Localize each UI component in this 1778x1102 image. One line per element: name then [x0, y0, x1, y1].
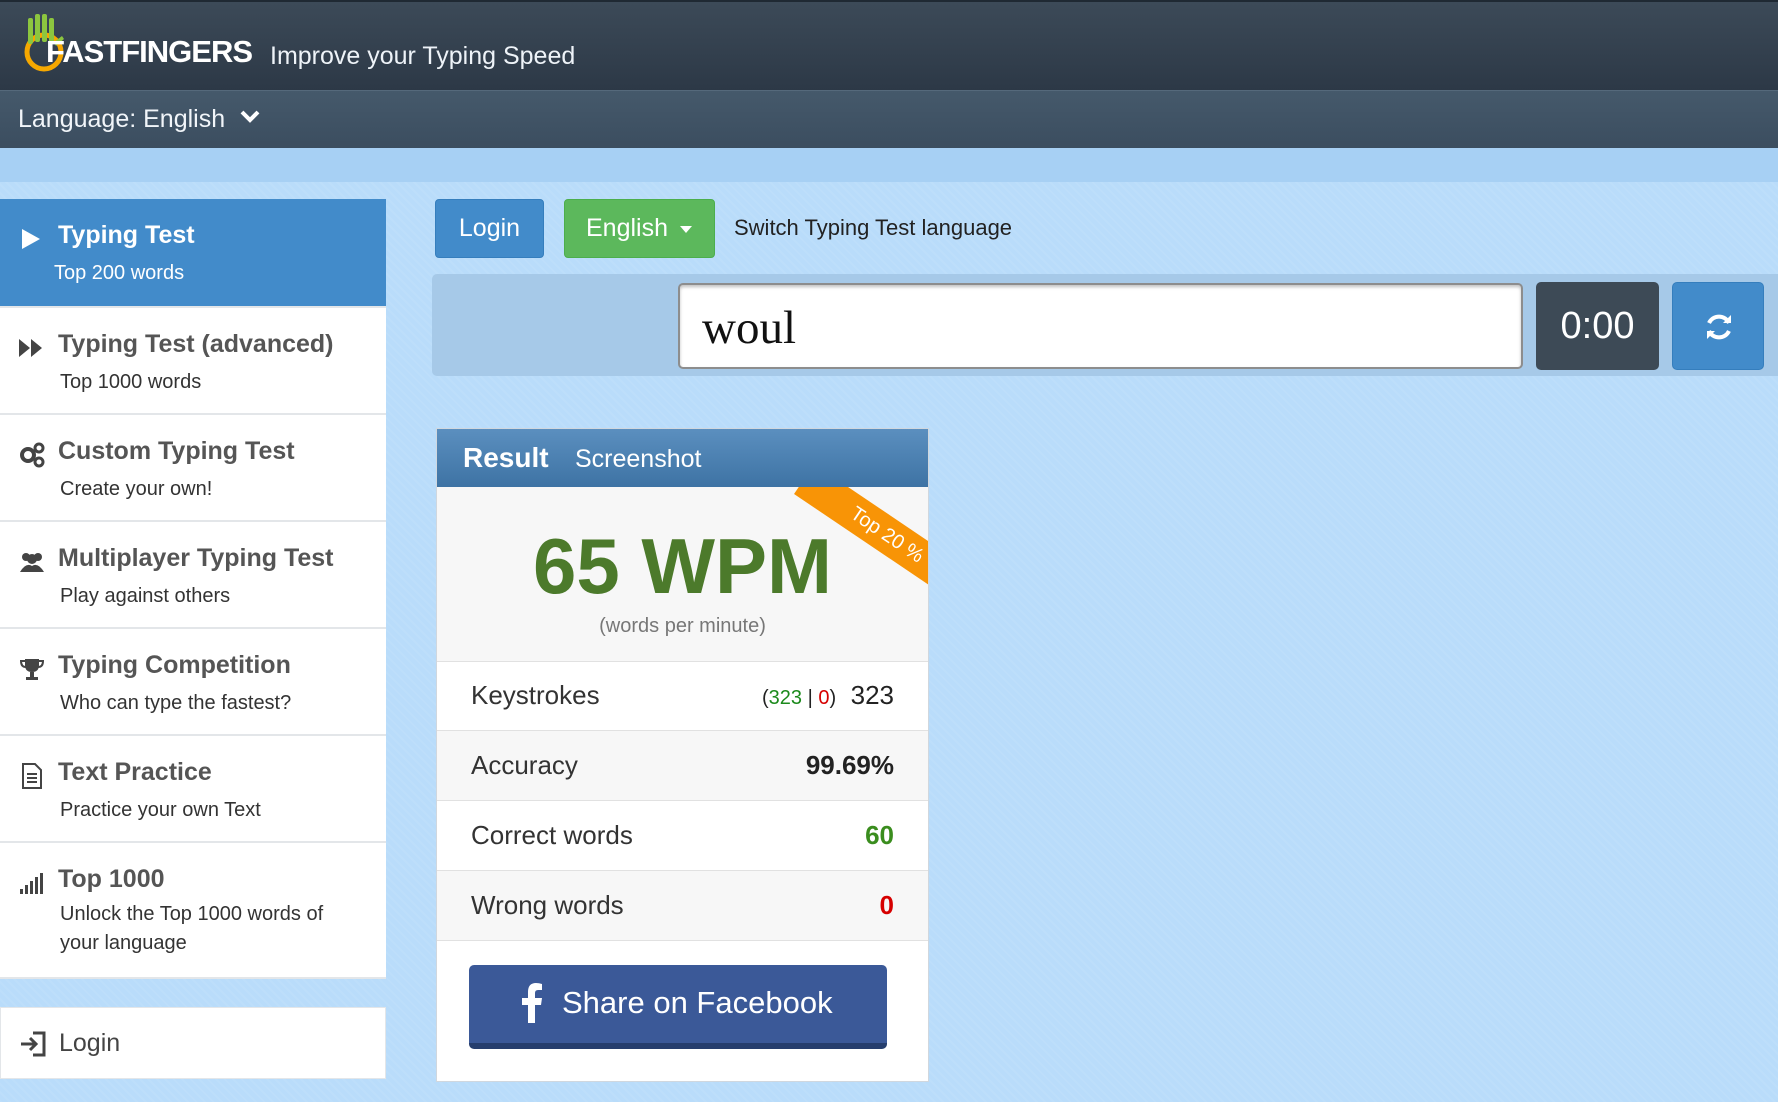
switch-language-label: Switch Typing Test language: [734, 215, 1013, 240]
caret-down-icon: [680, 226, 692, 233]
reload-button[interactable]: [1672, 282, 1764, 370]
sidebar-item-title: Typing Competition: [58, 651, 291, 679]
keystrokes-correct: 323: [768, 687, 803, 709]
sidebar-item-subtitle: Play against others: [60, 585, 231, 607]
fast-forward-icon: [19, 339, 42, 357]
sidebar-item-top-1000[interactable]: Top 1000 Unlock the Top 1000 words of yo…: [0, 843, 386, 979]
sidebar-item-title: Typing Test: [58, 221, 195, 249]
sidebar-item-subtitle: Unlock the Top 1000 words of your langua…: [60, 903, 324, 954]
signal-bars-icon: [20, 873, 43, 894]
keystrokes-row: Keystrokes (323 | 0) 323: [437, 661, 928, 731]
typing-input[interactable]: woul: [678, 283, 1523, 369]
logo[interactable]: FASTFINGERS: [18, 12, 253, 82]
users-icon: [20, 553, 44, 572]
correct-words-row: Correct words 60: [437, 801, 928, 871]
language-button-label: English: [586, 214, 668, 242]
sidebar-item-title: Top 1000: [58, 865, 165, 893]
result-panel: Result Screenshot 65 WPM (words per minu…: [436, 428, 929, 1082]
sidebar-item-subtitle: Top 200 words: [54, 262, 185, 284]
sidebar-item-custom-typing-test[interactable]: Custom Typing Test Create your own!: [0, 415, 386, 522]
gears-icon: [20, 442, 45, 468]
sidebar-item-subtitle: Create your own!: [60, 478, 213, 500]
login-button[interactable]: Login: [435, 199, 544, 258]
sidebar-login[interactable]: Login: [0, 1007, 386, 1079]
sidebar-item-title: Text Practice: [58, 758, 212, 786]
accuracy-label: Accuracy: [471, 750, 578, 780]
result-header: Result Screenshot: [437, 429, 928, 487]
keystrokes-label: Keystrokes: [471, 680, 600, 710]
sidebar-item-typing-test[interactable]: Typing Test Top 200 words: [0, 199, 386, 308]
sidebar-item-subtitle: Who can type the fastest?: [60, 692, 292, 714]
sidebar-item-subtitle: Practice your own Text: [60, 799, 261, 821]
timer: 0:00: [1536, 282, 1659, 370]
share-facebook-button[interactable]: Share on Facebook: [469, 965, 887, 1049]
language-bar: Language: English: [0, 90, 1778, 149]
document-icon: [22, 763, 42, 789]
wrong-words-row: Wrong words 0: [437, 871, 928, 941]
sidebar-item-typing-competition[interactable]: Typing Competition Who can type the fast…: [0, 629, 386, 736]
top-percent-ribbon: Top 20 %: [794, 487, 928, 606]
sidebar-item-multiplayer[interactable]: Multiplayer Typing Test Play against oth…: [0, 522, 386, 629]
correct-words-label: Correct words: [471, 820, 633, 850]
sidebar-login-label: Login: [59, 1029, 121, 1057]
play-icon: [22, 229, 40, 249]
ribbon-wrap: Top 20 %: [437, 487, 928, 661]
chevron-down-icon[interactable]: [240, 110, 260, 124]
refresh-icon: [1707, 314, 1731, 340]
sidebar-item-text-practice[interactable]: Text Practice Practice your own Text: [0, 736, 386, 843]
header-underbar: [0, 148, 1778, 182]
result-tab[interactable]: Result: [463, 442, 549, 474]
sidebar-item-title: Typing Test (advanced): [58, 330, 334, 358]
logo-text: FASTFINGERS: [46, 34, 253, 69]
language-button[interactable]: English: [564, 199, 715, 258]
sidebar-item-typing-test-advanced[interactable]: Typing Test (advanced) Top 1000 words: [0, 308, 386, 415]
trophy-icon: [19, 659, 45, 680]
keystrokes-wrong: 0: [818, 687, 830, 709]
tagline: Improve your Typing Speed: [270, 42, 576, 70]
sidebar-item-title: Multiplayer Typing Test: [58, 544, 334, 572]
keystrokes-total: 323: [850, 680, 894, 710]
language-selector[interactable]: Language: English: [18, 105, 225, 134]
sign-in-icon: [21, 1031, 46, 1057]
screenshot-tab[interactable]: Screenshot: [575, 445, 701, 474]
wrong-words-label: Wrong words: [471, 890, 624, 920]
share-facebook-label: Share on Facebook: [562, 985, 833, 1020]
facebook-icon: [522, 983, 542, 1023]
accuracy-row: Accuracy 99.69%: [437, 731, 928, 801]
wrong-words-value: 0: [879, 890, 894, 920]
sidebar-nav: Typing Test Top 200 words Typing Test (a…: [0, 199, 386, 979]
accuracy-value: 99.69%: [805, 750, 894, 780]
top-header: FASTFINGERS Improve your Typing Speed: [0, 0, 1778, 92]
sidebar-item-title: Custom Typing Test: [58, 437, 295, 465]
sidebar-item-subtitle: Top 1000 words: [60, 371, 202, 393]
keystrokes-detail: (323 | 0) 323: [762, 680, 894, 710]
correct-words-value: 60: [865, 820, 894, 850]
